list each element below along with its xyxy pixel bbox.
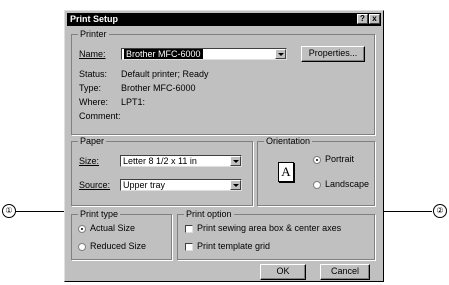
paper-source-select[interactable]: Upper tray [120, 179, 242, 191]
properties-button[interactable]: Properties... [301, 46, 365, 62]
help-button[interactable]: ? [357, 14, 368, 24]
reduced-size-label[interactable]: Reduced Size [90, 241, 146, 252]
cancel-button[interactable]: Cancel [320, 264, 370, 280]
status-value: Default printer; Ready [121, 69, 209, 79]
landscape-radio[interactable] [313, 181, 321, 189]
print-type-group: Print type Actual Size Reduced Size [71, 209, 172, 260]
callout-1: ① [2, 204, 16, 218]
sewing-area-checkbox[interactable] [185, 225, 193, 233]
portrait-label[interactable]: Portrait [325, 154, 354, 165]
print-setup-dialog: Print Setup ? x Printer Name: Brother MF… [64, 10, 384, 282]
printer-name-select[interactable]: Brother MFC-6000 [121, 48, 287, 60]
chevron-down-icon[interactable] [230, 180, 241, 190]
source-label: Source: [79, 180, 111, 190]
print-type-group-label: Print type [78, 209, 121, 219]
portrait-page-icon: A [278, 162, 294, 182]
printer-name-value: Brother MFC-6000 [124, 49, 203, 59]
size-label: Size: [79, 156, 100, 166]
ok-button[interactable]: OK [260, 264, 306, 280]
print-option-group: Print option Print sewing area box & cen… [177, 209, 375, 260]
paper-group: Paper Size: Letter 8 1/2 x 11 in Source:… [71, 136, 253, 206]
printer-group: Printer Name: Brother MFC-6000 Propertie… [71, 29, 375, 135]
actual-size-radio[interactable] [78, 225, 86, 233]
orientation-group-label: Orientation [264, 136, 313, 146]
paper-group-label: Paper [78, 136, 107, 146]
where-label: Where: [79, 97, 109, 107]
orientation-group: Orientation A Portrait Landscape [257, 136, 375, 206]
printer-group-label: Printer [78, 29, 109, 39]
paper-size-value: Letter 8 1/2 x 11 in [123, 156, 197, 166]
title-bar: Print Setup ? x [67, 13, 381, 26]
dialog-title: Print Setup [70, 14, 119, 24]
reduced-size-radio[interactable] [78, 243, 86, 251]
status-label: Status: [79, 69, 108, 79]
close-button[interactable]: x [369, 14, 380, 24]
sewing-area-label[interactable]: Print sewing area box & center axes [197, 223, 341, 234]
paper-size-select[interactable]: Letter 8 1/2 x 11 in [120, 155, 242, 167]
paper-source-value: Upper tray [123, 180, 166, 190]
name-label: Name: [79, 49, 106, 59]
chevron-down-icon[interactable] [230, 156, 241, 166]
landscape-label[interactable]: Landscape [325, 179, 369, 190]
template-grid-checkbox[interactable] [185, 243, 193, 251]
actual-size-label[interactable]: Actual Size [90, 223, 135, 234]
type-value: Brother MFC-6000 [121, 83, 196, 93]
type-label: Type: [79, 83, 102, 93]
comment-label: Comment: [79, 111, 121, 121]
template-grid-label[interactable]: Print template grid [197, 241, 270, 252]
chevron-down-icon[interactable] [275, 49, 286, 59]
where-value: LPT1: [121, 97, 146, 107]
callout-2: ② [433, 204, 447, 218]
print-option-group-label: Print option [184, 209, 234, 219]
portrait-radio[interactable] [313, 156, 321, 164]
